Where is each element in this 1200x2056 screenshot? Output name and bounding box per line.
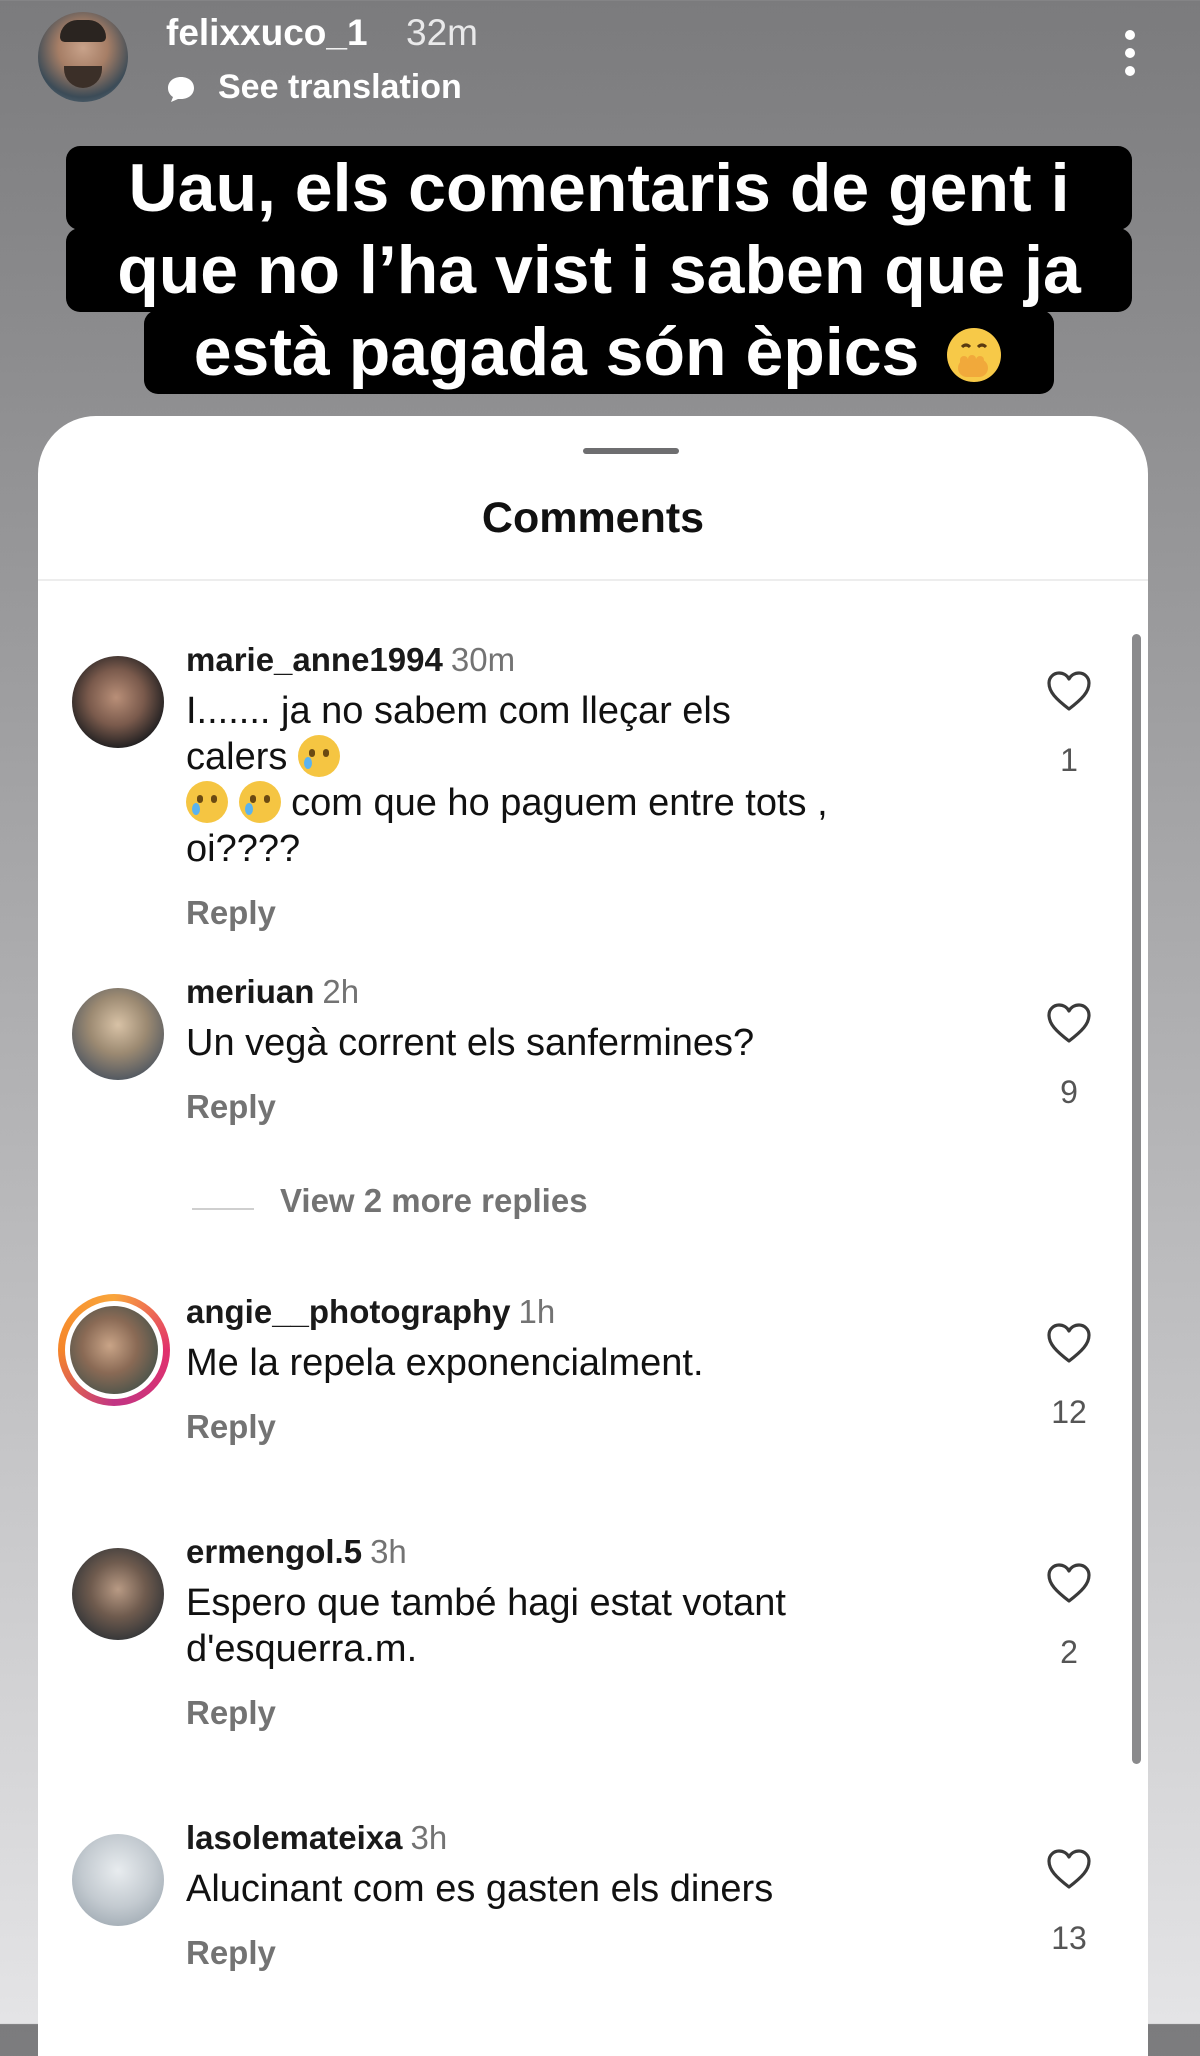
commenter-avatar[interactable]	[72, 1548, 164, 1640]
face-with-hand-over-mouth-icon	[947, 328, 1002, 382]
commenter-avatar[interactable]	[72, 656, 164, 748]
translation-bubble-icon[interactable]	[166, 74, 196, 104]
comment-username[interactable]: marie_anne1994	[186, 641, 443, 678]
comment-text-line: I....... ja no sabem com lleçar els cale…	[186, 690, 731, 778]
story-header: felixxuco_1 32m See translation	[0, 0, 1200, 130]
comment-timestamp: 2h	[322, 973, 360, 1010]
see-translation-button[interactable]: See translation	[218, 68, 462, 107]
like-count: 2	[1060, 1634, 1078, 1670]
comment-text: Un vegà corrent els sanfermines?	[186, 1022, 755, 1064]
heart-icon[interactable]	[1046, 1002, 1092, 1044]
comment-text: Alucinant com es gasten els diners	[186, 1868, 774, 1910]
caption-line-1: Uau, els comentaris de gent i	[66, 146, 1132, 230]
view-more-replies-label[interactable]: View 2 more replies	[280, 1182, 588, 1220]
comment-timestamp: 3h	[410, 1819, 448, 1856]
comment-text-line: d'esquerra.m.	[186, 1628, 418, 1670]
comment-username[interactable]: meriuan	[186, 973, 314, 1010]
heart-icon[interactable]	[1046, 1562, 1092, 1604]
crying-face-icon	[297, 735, 340, 777]
comment-text: Espero que també hagi estat votant d'esq…	[186, 1580, 836, 1672]
comment-text-line: com que ho paguem entre tots ,	[291, 782, 828, 824]
commenter-avatar[interactable]	[72, 988, 164, 1080]
story-author-avatar[interactable]	[38, 12, 128, 102]
reply-button[interactable]: Reply	[186, 1694, 836, 1732]
thread-line	[192, 1208, 254, 1210]
comment-timestamp: 30m	[450, 641, 516, 678]
story-username[interactable]: felixxuco_1	[166, 12, 368, 54]
caption-line-3-text: està pagada són èpics	[193, 314, 920, 390]
comments-sheet: Comments marie_anne1994 30m I....... ja n…	[38, 416, 1148, 2056]
like-count: 1	[1060, 742, 1078, 778]
sheet-drag-handle[interactable]	[583, 448, 679, 454]
story-timestamp: 32m	[406, 12, 478, 53]
reply-button[interactable]: Reply	[186, 1088, 836, 1126]
comments-title: Comments	[481, 494, 705, 542]
comment-username[interactable]: lasolemateixa	[186, 1819, 402, 1856]
comment-username[interactable]: ermengol.5	[186, 1533, 362, 1570]
caption-line-2: que no l’ha vist i saben que ja	[66, 228, 1132, 312]
comment-username[interactable]: angie__photography	[186, 1293, 511, 1330]
like-count: 13	[1051, 1920, 1087, 1956]
crying-face-icon	[238, 781, 281, 823]
reply-button[interactable]: Reply	[186, 1408, 836, 1446]
comment-timestamp: 3h	[370, 1533, 407, 1570]
heart-icon[interactable]	[1046, 1848, 1092, 1890]
reply-button[interactable]: Reply	[186, 894, 836, 932]
scrollbar[interactable]	[1132, 634, 1141, 1764]
heart-icon[interactable]	[1046, 670, 1092, 712]
more-vertical-icon[interactable]	[1116, 30, 1144, 80]
comment-text-line: oi????	[186, 828, 301, 870]
like-count: 12	[1051, 1394, 1087, 1430]
like-count: 9	[1060, 1074, 1078, 1110]
commenter-avatar[interactable]	[72, 1834, 164, 1926]
crying-face-icon	[186, 781, 228, 823]
commenter-avatar[interactable]	[65, 1301, 163, 1399]
heart-icon[interactable]	[1046, 1322, 1092, 1364]
divider	[38, 579, 1148, 581]
reply-button[interactable]: Reply	[186, 1934, 836, 1972]
comment-text: I....... ja no sabem com lleçar els cale…	[186, 688, 836, 872]
comment-timestamp: 1h	[518, 1293, 556, 1330]
comment-text-line: Espero que també hagi estat votant	[186, 1582, 786, 1624]
comment-text: Me la repela exponencialment.	[186, 1342, 704, 1384]
caption-line-3: està pagada són èpics	[144, 310, 1054, 394]
